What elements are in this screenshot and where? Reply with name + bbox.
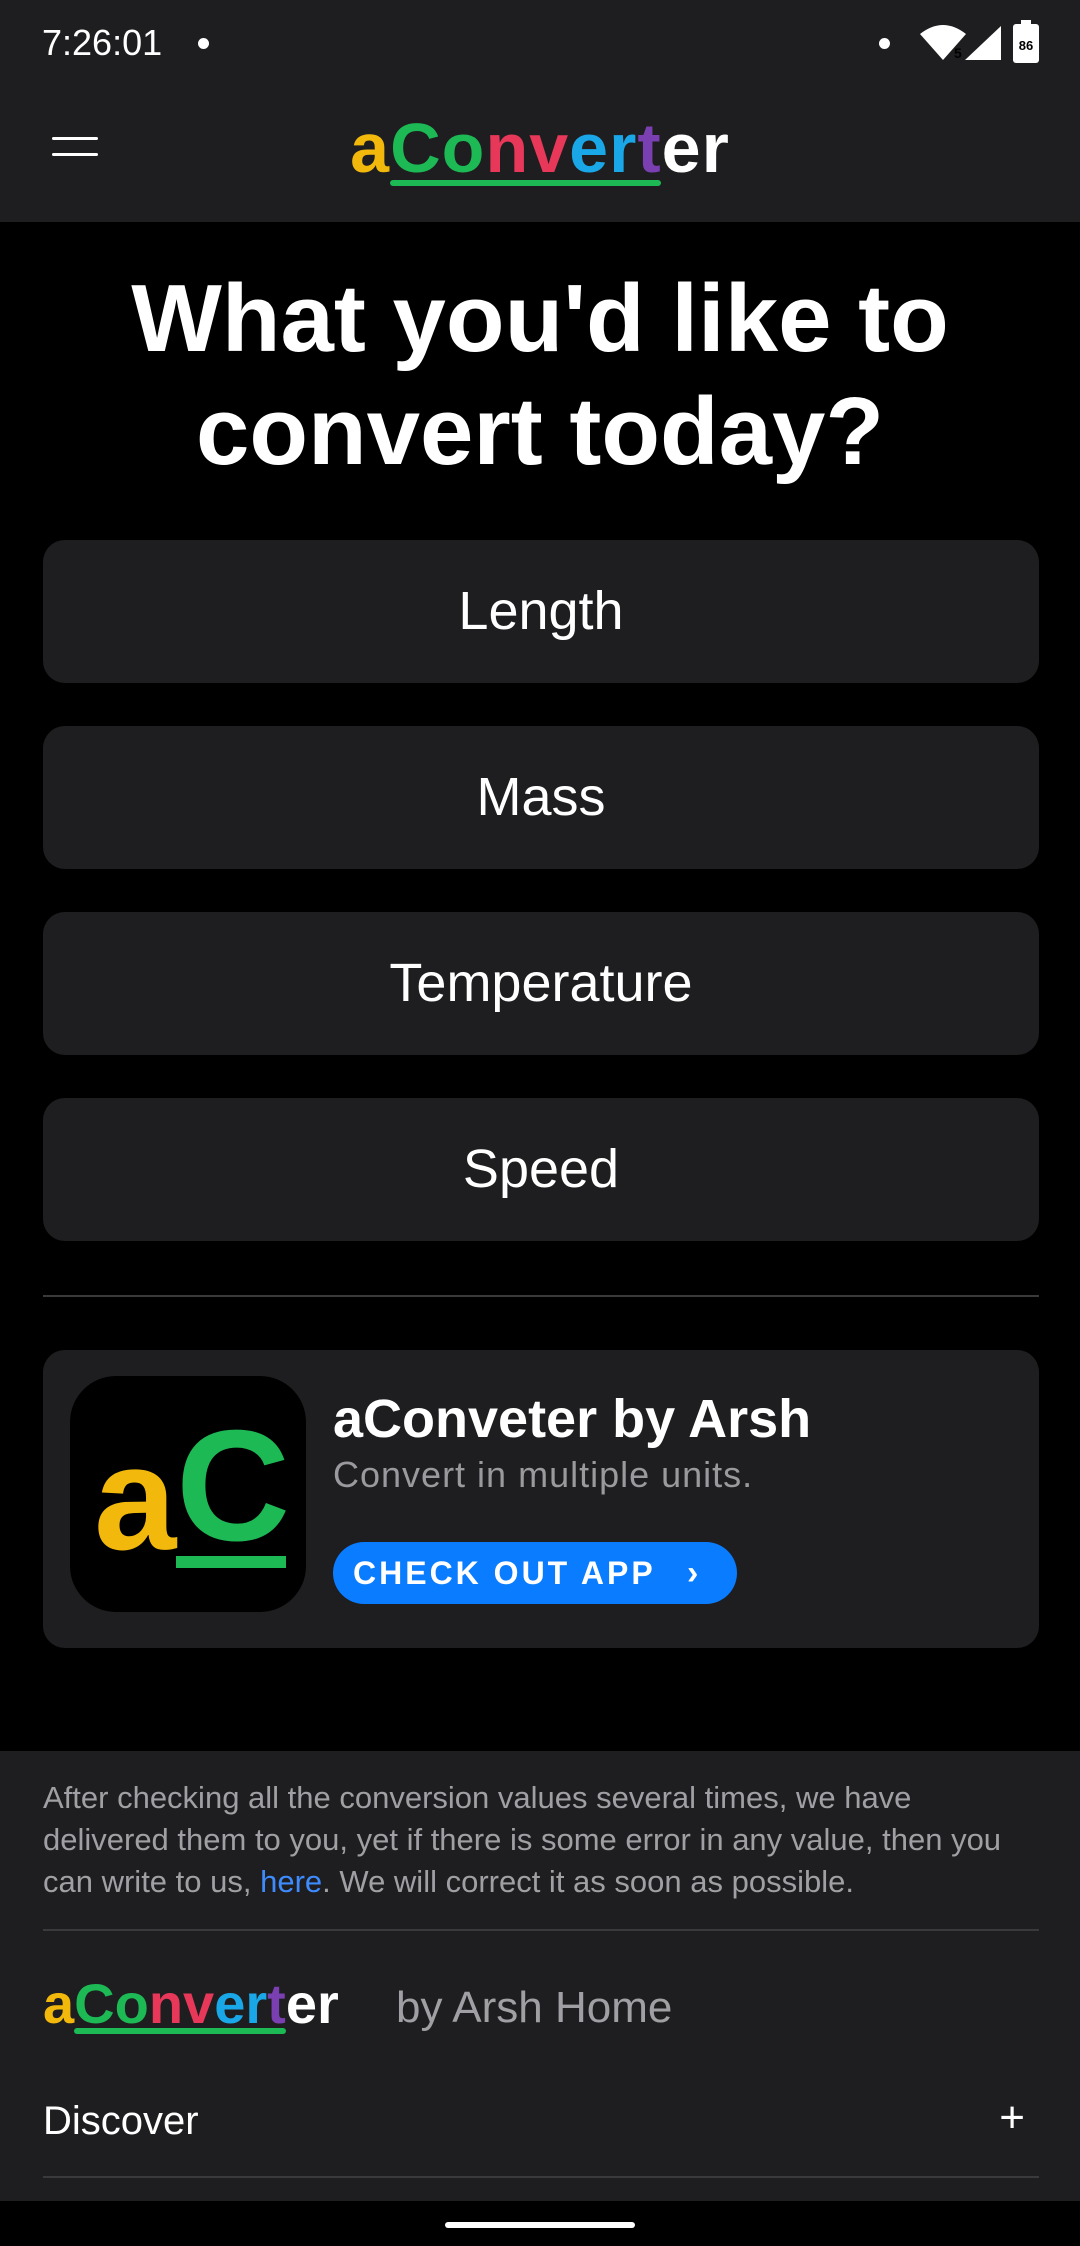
logo-letter: r xyxy=(609,109,638,187)
wifi-icon: 5 xyxy=(920,25,966,61)
page-title-line1: What you'd like to xyxy=(131,265,949,372)
notification-dot-icon xyxy=(198,38,209,49)
app-icon-letter-a: a xyxy=(94,1416,177,1581)
app-icon-letter-c: C xyxy=(176,1398,291,1574)
logo-letter: a xyxy=(350,109,391,187)
logo-underline xyxy=(390,180,662,186)
logo-letter: n xyxy=(485,109,530,187)
app-icon: a C xyxy=(70,1376,306,1612)
category-button-length[interactable]: Length xyxy=(43,540,1039,683)
app-card-subtitle: Convert in multiple units. xyxy=(333,1454,754,1495)
disclaimer-text-end: . We will correct it as soon as possible… xyxy=(322,1864,854,1899)
logo-underline xyxy=(74,2028,286,2034)
logo-letter: r xyxy=(316,1972,339,2035)
battery-level: 86 xyxy=(1019,38,1033,53)
check-out-app-button[interactable]: CHECK OUT APP › xyxy=(333,1542,737,1604)
footer-byline[interactable]: by Arsh Home xyxy=(396,1983,672,2033)
check-out-app-label: CHECK OUT APP xyxy=(353,1555,656,1591)
page-title: What you'd like to convert today? xyxy=(0,262,1080,488)
logo-letter: e xyxy=(569,109,610,187)
logo-letter: e xyxy=(661,109,702,187)
app-header: aConverter xyxy=(0,86,1080,222)
category-button-speed[interactable]: Speed xyxy=(43,1098,1039,1241)
battery-icon: 86 xyxy=(1013,20,1039,63)
status-time: 7:26:01 xyxy=(42,22,163,63)
logo-letter: t xyxy=(267,1972,286,2035)
logo-letter: a xyxy=(43,1972,75,2035)
page-title-line2: convert today? xyxy=(195,378,885,485)
discover-accordion[interactable]: Discover + xyxy=(43,2091,1039,2171)
logo-wordmark: aConverter xyxy=(350,108,730,188)
contact-link[interactable]: here xyxy=(260,1864,322,1899)
logo-letter: n xyxy=(148,1972,184,2035)
category-button-temperature[interactable]: Temperature xyxy=(43,912,1039,1055)
category-button-mass[interactable]: Mass xyxy=(43,726,1039,869)
footer-logo-wordmark: aConverter xyxy=(43,1971,339,2036)
footer-divider xyxy=(43,1929,1039,1931)
app-logo[interactable]: aConverter xyxy=(0,108,1080,188)
logo-letter: e xyxy=(214,1972,246,2035)
logo-letter: v xyxy=(529,109,570,187)
logo-letter: C xyxy=(390,109,442,187)
logo-letter: o xyxy=(114,1972,149,2035)
footer: After checking all the conversion values… xyxy=(0,1751,1080,2201)
logo-letter: t xyxy=(637,109,662,187)
logo-letter: C xyxy=(74,1972,115,2035)
section-divider xyxy=(43,1295,1039,1297)
system-nav-bar xyxy=(0,2201,1080,2246)
wifi-badge: 5 xyxy=(954,45,962,61)
app-promo-card: a C aConveter by Arsh Convert in multipl… xyxy=(43,1350,1039,1648)
app-icon-underline xyxy=(176,1556,286,1568)
discover-label: Discover xyxy=(43,2099,199,2143)
logo-letter: r xyxy=(701,109,730,187)
signal-icon xyxy=(965,26,1001,60)
footer-divider xyxy=(43,2176,1039,2178)
plus-icon: + xyxy=(999,2093,1025,2142)
logo-letter: r xyxy=(245,1972,268,2035)
footer-logo[interactable]: aConverter xyxy=(43,1971,339,2036)
chevron-right-icon: › xyxy=(687,1554,702,1592)
logo-letter: o xyxy=(441,109,486,187)
notification-dot-icon xyxy=(879,38,890,49)
disclaimer-text: After checking all the conversion values… xyxy=(43,1777,1039,1903)
status-bar: 7:26:01 5 86 xyxy=(0,0,1080,86)
logo-letter: e xyxy=(285,1972,317,2035)
home-indicator[interactable] xyxy=(445,2222,635,2228)
app-card-title: aConveter by Arsh xyxy=(333,1389,812,1449)
logo-letter: v xyxy=(183,1972,215,2035)
screen: 7:26:01 5 86 aConverter What you'd like … xyxy=(0,0,1080,2246)
